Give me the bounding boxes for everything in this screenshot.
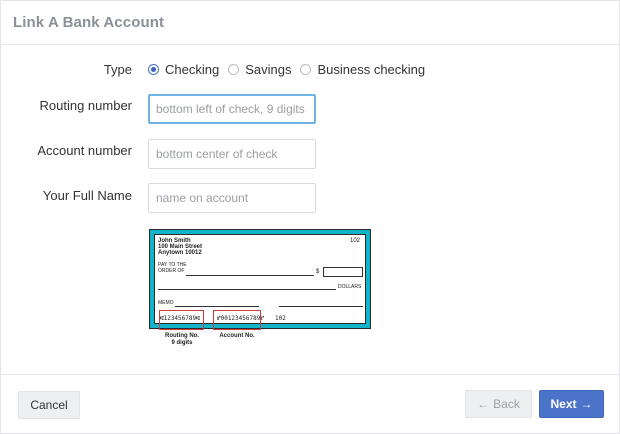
radio-unchecked-icon[interactable] <box>228 63 240 75</box>
radio-savings[interactable]: Savings <box>228 62 291 77</box>
cancel-button[interactable]: Cancel <box>18 391 80 419</box>
check-micr-number: 102 <box>275 315 286 322</box>
account-type-radio-group: Checking Savings Business checking <box>148 61 434 77</box>
routing-caption-line1: Routing No. <box>165 333 199 339</box>
radio-business-checking[interactable]: Business checking <box>300 62 425 77</box>
type-label: Type <box>103 62 132 77</box>
check-written-amount-line <box>158 289 336 290</box>
back-button-label: Back <box>493 397 520 411</box>
routing-number-label: Routing number <box>39 98 133 113</box>
account-caption: Account No. <box>219 333 255 339</box>
check-illustration: John Smith 100 Main Street Anytown 10012… <box>149 229 371 347</box>
check-memo-line <box>175 306 259 307</box>
check-dollars-label: DOLLARS <box>338 284 362 290</box>
account-number-input[interactable] <box>148 139 316 169</box>
full-name-input[interactable] <box>148 183 316 213</box>
check-dollar-sign: $ <box>316 269 320 275</box>
radio-checking[interactable]: Checking <box>148 62 219 77</box>
radio-checked-icon[interactable] <box>148 63 159 75</box>
link-bank-account-dialog: Link A Bank Account Type Checking Saving… <box>0 0 620 434</box>
next-button-label: Next <box>550 397 577 411</box>
check-payee-line <box>186 275 314 276</box>
routing-number-input[interactable] <box>148 94 316 124</box>
check-order-of-label: ORDER OF <box>158 268 185 274</box>
radio-checking-label: Checking <box>165 61 220 77</box>
check-signature-line <box>279 306 363 307</box>
radio-savings-label: Savings <box>245 61 292 77</box>
back-button[interactable]: ← Back <box>465 390 532 418</box>
arrow-left-icon: ← <box>477 397 490 411</box>
account-number-highlight <box>213 310 261 330</box>
dialog-footer: Cancel ← Back Next → <box>1 374 619 434</box>
arrow-right-icon: → <box>580 397 593 411</box>
dialog-header: Link A Bank Account <box>1 1 619 45</box>
check-memo-label: MEMO <box>158 300 174 306</box>
cancel-button-label: Cancel <box>30 398 68 412</box>
routing-caption-line2: 9 digits <box>171 340 193 346</box>
account-number-label: Account number <box>37 143 132 158</box>
check-address-line2: Anytown 10012 <box>158 250 202 256</box>
check-amount-box <box>323 267 363 277</box>
radio-business-checking-label: Business checking <box>317 61 426 77</box>
dialog-title: Link A Bank Account <box>13 14 165 31</box>
radio-unchecked-icon[interactable] <box>300 63 312 75</box>
next-button[interactable]: Next → <box>539 390 604 418</box>
routing-number-highlight <box>159 310 204 330</box>
full-name-label: Your Full Name <box>42 188 132 203</box>
check-number: 102 <box>350 238 361 244</box>
routing-caption: Routing No. 9 digits <box>155 333 209 347</box>
